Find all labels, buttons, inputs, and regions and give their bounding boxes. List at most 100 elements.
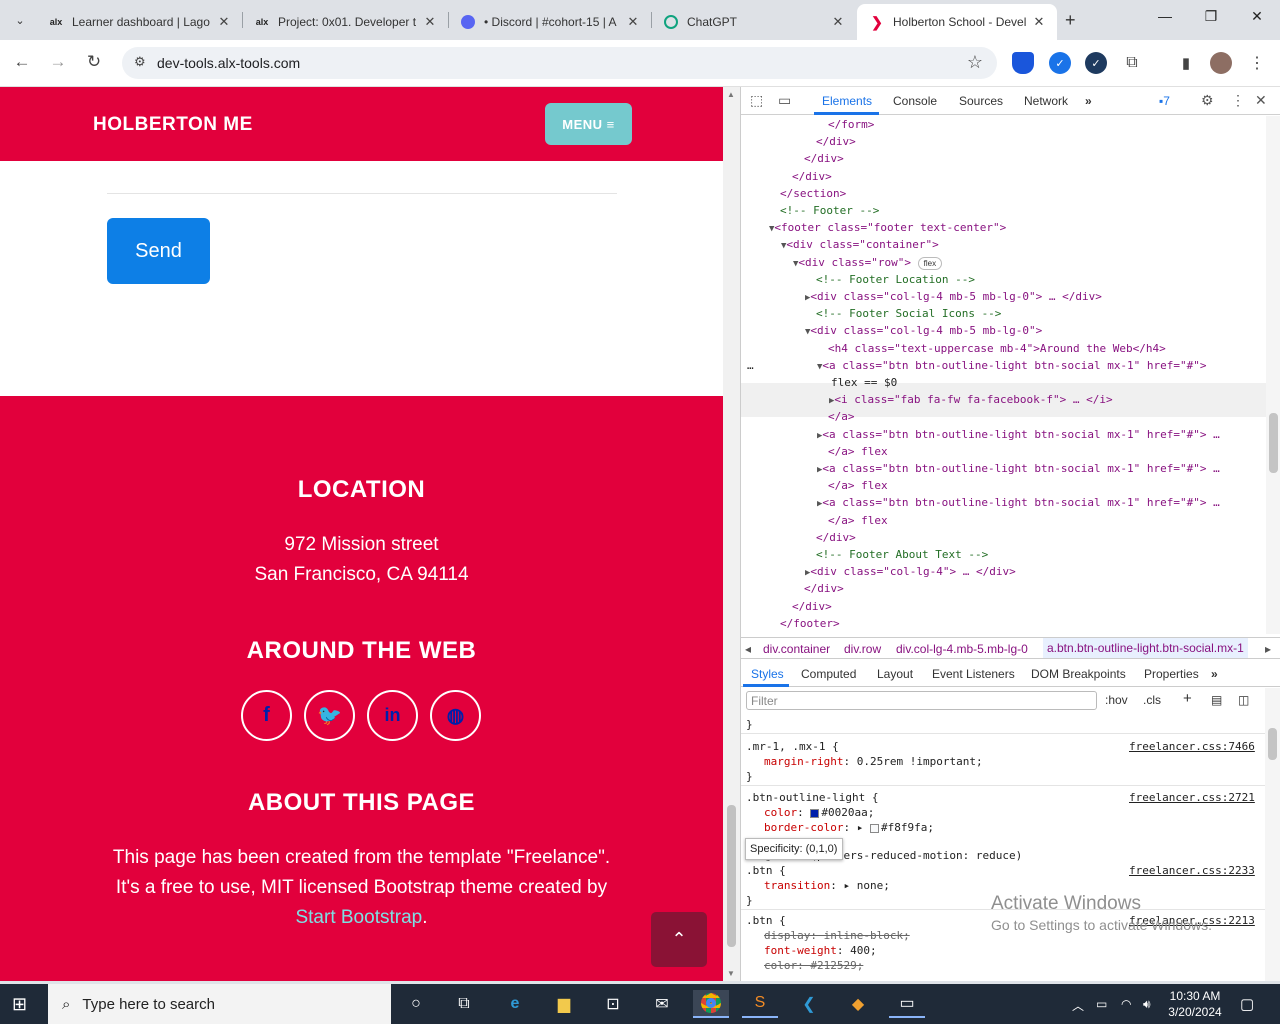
- dom-tree-scrollbar[interactable]: [1266, 116, 1280, 634]
- forward-button[interactable]: →: [46, 52, 70, 72]
- rule-selector[interactable]: .mr-1, .mx-1 {: [746, 739, 839, 754]
- address-bar[interactable]: ⚙ dev-tools.alx-tools.com ☆: [122, 47, 997, 79]
- tab-elements[interactable]: Elements: [822, 94, 872, 108]
- dom-line[interactable]: <div class="row">: [798, 256, 911, 269]
- site-brand[interactable]: HOLBERTON ME: [93, 114, 253, 136]
- close-icon[interactable]: ✕: [828, 14, 848, 30]
- check-extension-icon[interactable]: ✓: [1049, 52, 1071, 74]
- property-name[interactable]: font-weight: [764, 944, 837, 957]
- hov-toggle[interactable]: :hov: [1105, 693, 1128, 707]
- kebab-menu-icon[interactable]: ⋮: [1246, 52, 1268, 74]
- dom-line[interactable]: <div class="col-lg-4 mb-5 mb-lg-0">: [810, 324, 1042, 337]
- start-bootstrap-link[interactable]: Start Bootstrap: [295, 907, 422, 928]
- dom-line[interactable]: </a> flex: [828, 443, 888, 460]
- bookmark-star-icon[interactable]: ☆: [967, 52, 983, 73]
- expand-arrow-icon[interactable]: ▸: [857, 821, 864, 834]
- wifi-icon[interactable]: ◠: [1121, 997, 1131, 1011]
- dom-line[interactable]: <div class="col-lg-4"> … </div>: [810, 565, 1015, 578]
- chevron-left-icon[interactable]: ◂: [745, 642, 751, 656]
- dom-line[interactable]: </a> flex: [828, 477, 888, 494]
- scrollbar-thumb[interactable]: [1268, 728, 1277, 760]
- dom-line[interactable]: </a>: [828, 408, 855, 425]
- taskbar-search-box[interactable]: ⌕ Type here to search: [48, 984, 391, 1024]
- sidebar-toggle-icon[interactable]: ◫: [1238, 693, 1249, 707]
- linkedin-button[interactable]: in: [367, 690, 418, 741]
- url-text[interactable]: dev-tools.alx-tools.com: [157, 55, 300, 71]
- terminal-icon[interactable]: ▭: [889, 990, 925, 1018]
- browser-tab-4[interactable]: ChatGPT ✕: [651, 4, 856, 40]
- property-value[interactable]: none;: [857, 879, 890, 892]
- dom-tree[interactable]: </form> </div> </div> </div> </section> …: [741, 116, 1266, 634]
- dom-line[interactable]: <footer class="footer text-center">: [774, 221, 1006, 234]
- scroll-to-top-button[interactable]: ⌃: [651, 912, 707, 967]
- file-explorer-icon[interactable]: ▆: [546, 990, 582, 1018]
- twitter-button[interactable]: 🐦: [304, 690, 355, 741]
- side-panel-icon[interactable]: ▮: [1175, 52, 1197, 74]
- source-link[interactable]: freelancer.css:7466: [1129, 740, 1255, 753]
- source-link[interactable]: freelancer.css:2721: [1129, 791, 1255, 804]
- network-icon[interactable]: ▭: [1096, 997, 1107, 1011]
- dom-line[interactable]: </div>: [804, 150, 844, 167]
- rule-selector[interactable]: .btn {: [746, 863, 786, 878]
- dom-line[interactable]: <h4 class="text-uppercase mb-4">Around t…: [828, 340, 1166, 357]
- dom-line[interactable]: </form>: [828, 116, 874, 133]
- dom-line[interactable]: </div>: [792, 598, 832, 615]
- dom-comment[interactable]: <!-- Footer Social Icons -->: [816, 307, 1001, 320]
- dom-line[interactable]: <a class="btn btn-outline-light btn-soci…: [822, 428, 1219, 441]
- scroll-up-icon[interactable]: ▲: [727, 90, 735, 99]
- tab-console[interactable]: Console: [893, 94, 937, 108]
- chevron-right-icon[interactable]: ▸: [1265, 642, 1271, 656]
- browser-tab-2[interactable]: alx Project: 0x01. Developer t ✕: [242, 4, 448, 40]
- bitwarden-shield-icon[interactable]: [1012, 52, 1034, 74]
- scrollbar-thumb[interactable]: [727, 805, 736, 947]
- avatar[interactable]: [1210, 52, 1232, 74]
- property-value[interactable]: #0020aa;: [821, 806, 874, 819]
- more-tabs-chevron-icon[interactable]: »: [1085, 94, 1092, 108]
- property-value[interactable]: 400;: [850, 944, 877, 957]
- more-tabs-chevron-icon[interactable]: »: [1211, 667, 1218, 681]
- site-info-icon[interactable]: ⚙: [134, 54, 146, 70]
- source-link[interactable]: freelancer.css:2233: [1129, 864, 1255, 877]
- tab-event-listeners[interactable]: Event Listeners: [932, 667, 1015, 681]
- property-name[interactable]: transition: [764, 879, 830, 892]
- close-icon[interactable]: ✕: [1029, 14, 1049, 30]
- page-scrollbar[interactable]: ▲ ▼: [723, 87, 740, 981]
- property-name[interactable]: margin-right: [764, 755, 843, 768]
- breadcrumb-item[interactable]: div.col-lg-4.mb-5.mb-lg-0: [896, 642, 1028, 656]
- minimize-button[interactable]: —: [1153, 8, 1177, 24]
- cortana-icon[interactable]: ○: [398, 990, 434, 1018]
- close-icon[interactable]: ✕: [214, 14, 234, 30]
- chrome-icon[interactable]: [693, 990, 729, 1018]
- dom-line[interactable]: <i class="fab fa-fw fa-facebook-f"> … </…: [834, 393, 1112, 406]
- reload-button[interactable]: ↻: [82, 52, 106, 72]
- facebook-button[interactable]: f: [241, 690, 292, 741]
- dom-line[interactable]: flex == $0: [831, 376, 897, 389]
- dom-line[interactable]: <a class="btn btn-outline-light btn-soci…: [822, 496, 1219, 509]
- dom-line[interactable]: </div>: [792, 168, 832, 185]
- task-view-icon[interactable]: ⧉: [446, 990, 482, 1018]
- close-icon[interactable]: ✕: [623, 14, 643, 30]
- property-value[interactable]: 0.25rem !important;: [857, 755, 983, 768]
- dom-line[interactable]: </div>: [816, 133, 856, 150]
- device-toolbar-icon[interactable]: ▭: [778, 92, 791, 109]
- dom-line[interactable]: <a class="btn btn-outline-light btn-soci…: [822, 462, 1219, 475]
- dom-comment[interactable]: <!-- Footer -->: [780, 204, 879, 217]
- dribbble-button[interactable]: ◍: [430, 690, 481, 741]
- property-value[interactable]: #f8f9fa;: [881, 821, 934, 834]
- check-badge-icon[interactable]: ✓: [1085, 52, 1107, 74]
- tray-chevron-up-icon[interactable]: ︿: [1072, 997, 1084, 1014]
- dom-comment[interactable]: <!-- Footer About Text -->: [816, 548, 988, 561]
- extensions-puzzle-icon[interactable]: ⧉: [1121, 52, 1143, 74]
- tab-layout[interactable]: Layout: [877, 667, 913, 681]
- cls-toggle[interactable]: .cls: [1143, 693, 1161, 707]
- dom-comment[interactable]: <!-- Footer Location -->: [816, 273, 975, 286]
- property-name[interactable]: color: [764, 806, 797, 819]
- tab-properties[interactable]: Properties: [1144, 667, 1199, 681]
- back-button[interactable]: ←: [10, 52, 34, 72]
- git-icon[interactable]: ◆: [840, 990, 876, 1018]
- scrollbar-thumb[interactable]: [1269, 413, 1278, 473]
- breadcrumb-item[interactable]: div.container: [763, 642, 830, 656]
- color-swatch[interactable]: [810, 808, 820, 818]
- system-clock[interactable]: 10:30 AM 3/20/2024: [1165, 988, 1225, 1020]
- dom-line[interactable]: </a> flex: [828, 512, 888, 529]
